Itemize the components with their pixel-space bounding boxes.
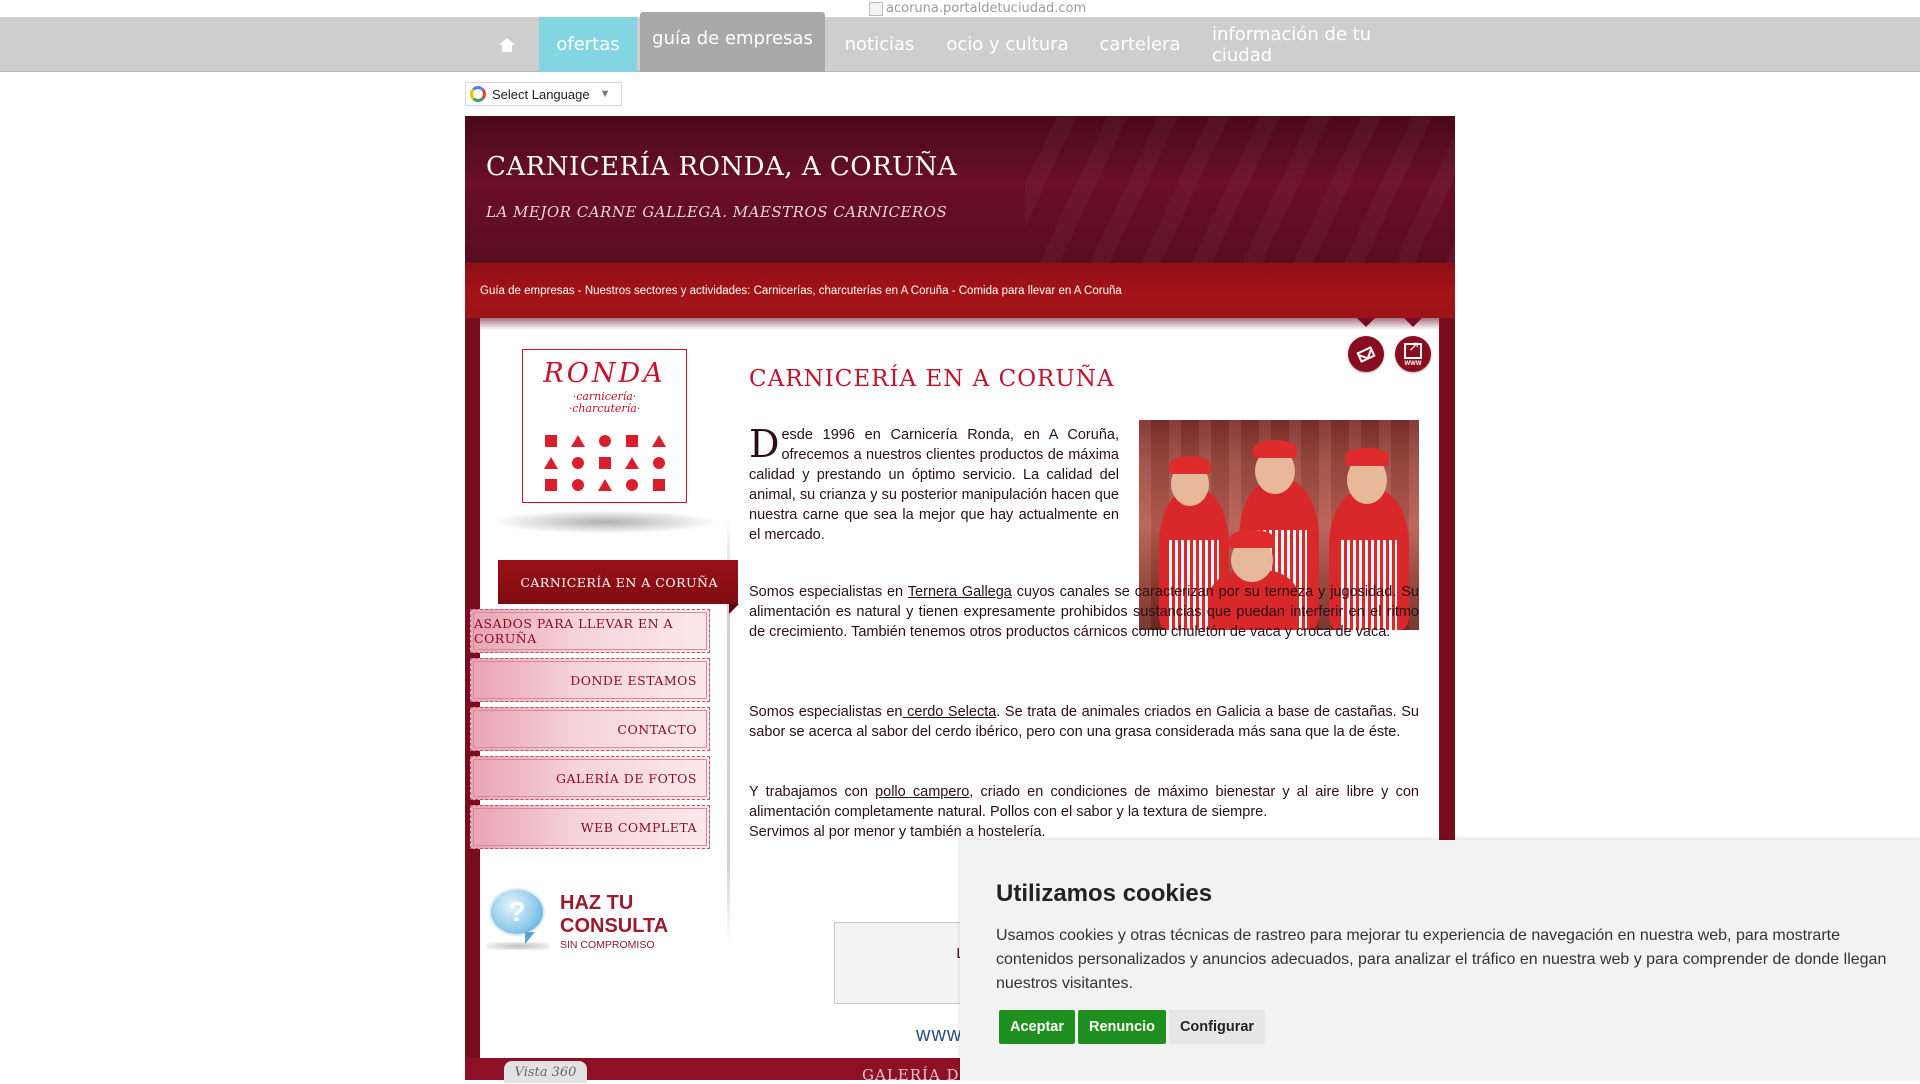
language-select[interactable]: Select Language ▼ bbox=[465, 82, 622, 106]
cookie-title: Utilizamos cookies bbox=[996, 880, 1213, 907]
consulta-button[interactable]: ? HAZ TU CONSULTA SIN COMPROMISO bbox=[485, 886, 685, 956]
email-button[interactable] bbox=[1348, 336, 1384, 372]
business-header: CARNICERÍA RONDA, A CORUÑA LA MEJOR CARN… bbox=[465, 116, 1455, 263]
logo-line2: ·charcutería· bbox=[568, 402, 641, 415]
portal-logo-link[interactable]: acoruna.portaldetuciudad.com bbox=[869, 0, 1086, 17]
configure-cookies-button[interactable]: Configurar bbox=[1169, 1010, 1265, 1044]
consulta-line1: HAZ TU bbox=[560, 892, 634, 914]
bubble-shadow bbox=[487, 942, 549, 950]
cookie-text: Usamos cookies y otras técnicas de rastr… bbox=[996, 927, 1887, 992]
website-link[interactable]: www bbox=[916, 1024, 962, 1047]
home-icon bbox=[499, 37, 515, 52]
broken-image-icon bbox=[869, 1, 883, 16]
page-title: CARNICERÍA EN A CORUÑA bbox=[749, 366, 1115, 392]
ternera-paragraph: Somos especialistas en Ternera Gallega c… bbox=[749, 582, 1419, 642]
hosteleria-paragraph: Servimos al por menor y también a hostel… bbox=[749, 824, 1046, 840]
business-subtitle: LA MEJOR CARNE GALLEGA. MAESTROS CARNICE… bbox=[486, 203, 948, 221]
logo-shapes bbox=[537, 435, 672, 491]
intro-text: esde 1996 en Carnicería Ronda, en A Coru… bbox=[749, 427, 1119, 543]
email-icon bbox=[1356, 345, 1376, 363]
business-title: CARNICERÍA RONDA, A CORUÑA bbox=[486, 152, 958, 182]
sidebar-item-asados[interactable]: ASADOS PARA LLEVAR EN A CORUÑA bbox=[470, 609, 710, 653]
cerdo-selecta-link[interactable]: cerdo Selecta bbox=[902, 704, 996, 720]
dropdown-arrow-icon: ▼ bbox=[599, 88, 611, 100]
cerdo-pre: Somos especialistas en bbox=[749, 704, 903, 720]
nav-home[interactable] bbox=[482, 17, 532, 72]
sidebar-item-web-completa[interactable]: WEB COMPLETA bbox=[470, 805, 710, 849]
logo-name: RONDA bbox=[543, 358, 666, 389]
external-web-icon bbox=[1404, 338, 1422, 359]
pollo-campero-link[interactable]: pollo campero bbox=[875, 784, 969, 800]
consulta-line2: CONSULTA bbox=[560, 915, 669, 937]
google-icon bbox=[470, 86, 486, 102]
nav-cartelera[interactable]: cartelera bbox=[1094, 17, 1186, 72]
website-button[interactable]: WWW bbox=[1395, 336, 1431, 372]
galeria-heading: GALERÍA DE bbox=[862, 1066, 972, 1084]
sidebar-item-donde-estamos[interactable]: DONDE ESTAMOS bbox=[470, 658, 710, 702]
breadcrumb[interactable]: Guía de empresas - Nuestros sectores y a… bbox=[480, 285, 1122, 297]
nav-ofertas[interactable]: ofertas bbox=[539, 17, 637, 72]
breadcrumb-band: Guía de empresas - Nuestros sectores y a… bbox=[465, 263, 1455, 318]
logo-shadow bbox=[490, 510, 720, 534]
intro-paragraph: Desde 1996 en Carnicería Ronda, en A Cor… bbox=[749, 425, 1119, 545]
pollo-pre: Y trabajamos con bbox=[749, 784, 876, 800]
ternera-pre: Somos especialistas en bbox=[749, 584, 908, 600]
notch-decoration bbox=[1404, 318, 1422, 327]
cerdo-paragraph: Somos especialistas en cerdo Selecta. Se… bbox=[749, 702, 1419, 742]
portal-logo-alt: acoruna.portaldetuciudad.com bbox=[886, 1, 1087, 16]
sidebar-item-carniceria[interactable]: CARNICERÍA EN A CORUÑA bbox=[498, 560, 739, 614]
main-nav: ofertas guía de empresas noticias ocio y… bbox=[0, 12, 1920, 72]
ternera-gallega-link[interactable]: Ternera Gallega bbox=[908, 584, 1012, 600]
pollo-paragraph: Y trabajamos con pollo campero, criado e… bbox=[749, 782, 1419, 822]
accept-cookies-button[interactable]: Aceptar bbox=[999, 1010, 1075, 1044]
language-select-label: Select Language bbox=[492, 86, 590, 102]
drop-cap: D bbox=[749, 422, 780, 466]
nav-noticias[interactable]: noticias bbox=[838, 17, 921, 72]
nav-ocio-cultura[interactable]: ocio y cultura bbox=[946, 17, 1069, 72]
content-top-shadow bbox=[480, 318, 1439, 330]
nav-guia-empresas[interactable]: guía de empresas bbox=[640, 12, 825, 72]
reject-cookies-button[interactable]: Renuncio bbox=[1078, 1010, 1166, 1044]
consulta-subtitle: SIN COMPROMISO bbox=[560, 939, 655, 951]
cookie-banner: Utilizamos cookies Usamos cookies y otra… bbox=[960, 840, 1920, 1080]
nav-informacion-ciudad[interactable]: información de tu ciudad bbox=[1212, 17, 1428, 72]
ronda-logo: RONDA ·carnicería· ·charcutería· bbox=[522, 349, 687, 503]
sidebar-item-contacto[interactable]: CONTACTO bbox=[470, 707, 710, 751]
sidebar-item-galeria[interactable]: GALERÍA DE FOTOS bbox=[470, 756, 710, 800]
question-bubble-icon: ? bbox=[489, 888, 545, 944]
consulta-title: HAZ TU CONSULTA bbox=[560, 892, 690, 938]
www-label: WWW bbox=[1404, 361, 1422, 367]
notch-decoration bbox=[1357, 318, 1375, 327]
